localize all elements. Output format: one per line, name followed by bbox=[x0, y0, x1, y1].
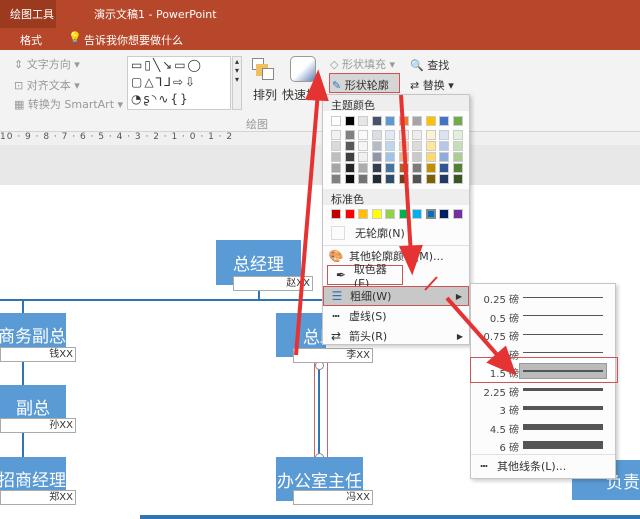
arrow-head bbox=[398, 244, 423, 276]
arrow-line bbox=[445, 296, 502, 360]
arrow-line bbox=[399, 94, 413, 256]
annotation-arrows bbox=[294, 69, 517, 376]
arrow-line bbox=[294, 91, 320, 356]
arrow-line bbox=[424, 276, 438, 291]
arrow-head bbox=[305, 69, 329, 102]
